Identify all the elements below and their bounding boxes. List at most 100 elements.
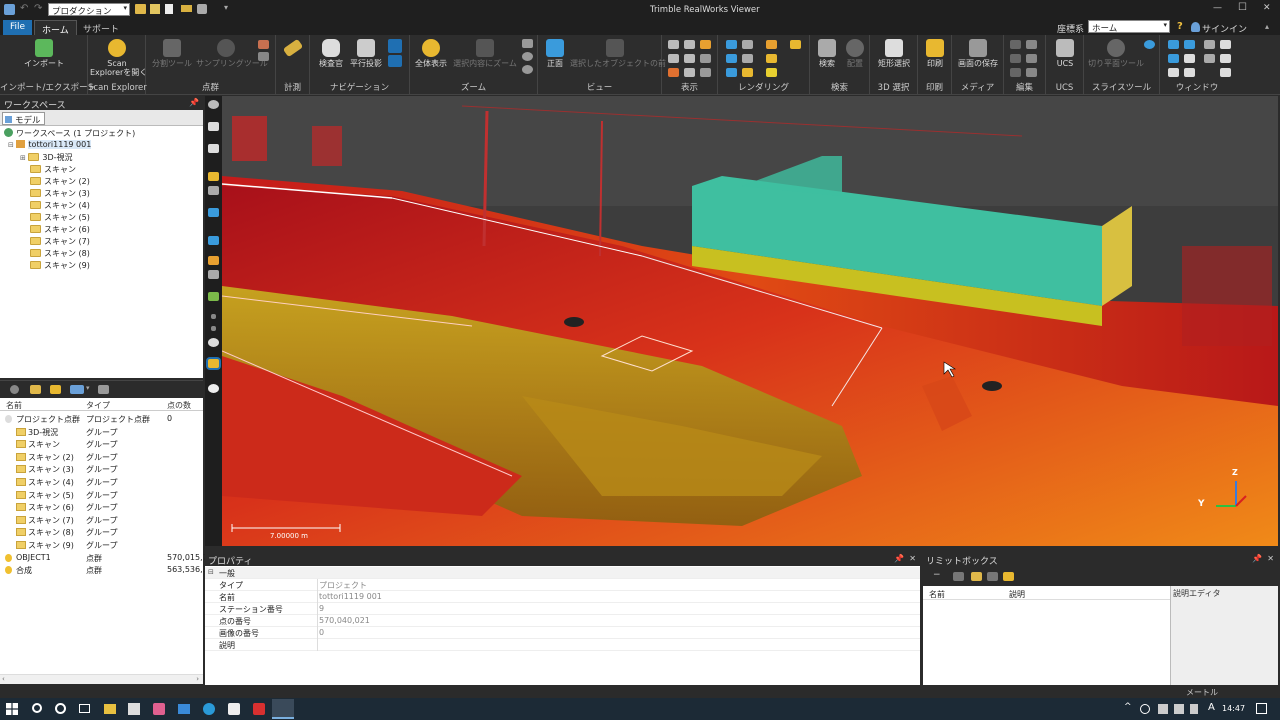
- pin-icon[interactable]: 📌: [1252, 554, 1262, 563]
- window-icon-1[interactable]: [1168, 40, 1179, 49]
- property-row[interactable]: ステーション番号 9: [205, 603, 920, 615]
- table-row[interactable]: スキャン (3) グループ: [0, 463, 203, 475]
- display-tray-icon[interactable]: [1174, 704, 1184, 714]
- window-icon-10[interactable]: [1184, 68, 1195, 77]
- table-row[interactable]: スキャン (6) グループ: [0, 501, 203, 513]
- save-screen-button[interactable]: 画面の保存: [955, 39, 1001, 68]
- table-row[interactable]: プロジェクト点群 プロジェクト点群 0: [0, 413, 203, 425]
- close-icon[interactable]: ✕: [1267, 554, 1274, 563]
- render-icon-3[interactable]: [766, 40, 777, 49]
- zoom-out-icon[interactable]: [522, 65, 533, 74]
- table-row[interactable]: 合成 点群 563,536,3: [0, 564, 208, 576]
- pin-icon[interactable]: 📌: [894, 554, 904, 563]
- front-view-button[interactable]: 正面: [540, 39, 570, 68]
- tree-item[interactable]: スキャン (9): [30, 260, 90, 272]
- expand-icon[interactable]: ⊞: [20, 154, 26, 162]
- window-icon-2[interactable]: [1184, 40, 1195, 49]
- signin-button[interactable]: サインイン: [1202, 22, 1247, 35]
- edit-icon-5[interactable]: [1010, 68, 1021, 77]
- render-icon-2[interactable]: [742, 40, 753, 49]
- tab-home[interactable]: ホーム: [34, 20, 77, 36]
- zoom-in-icon[interactable]: [522, 52, 533, 61]
- property-row[interactable]: 点の番号 570,040,021: [205, 615, 920, 627]
- tray-icon[interactable]: [1158, 704, 1168, 714]
- orbit-icon[interactable]: [388, 39, 402, 53]
- place-button[interactable]: 配置: [842, 39, 868, 68]
- edit-icon-4[interactable]: [1026, 54, 1037, 63]
- display-icon-6[interactable]: [700, 54, 711, 63]
- app-icon-red[interactable]: [253, 703, 265, 715]
- help-button[interactable]: ?: [1177, 21, 1183, 32]
- maximize-button[interactable]: ☐: [1238, 2, 1247, 13]
- close-button[interactable]: ✕: [1263, 3, 1271, 13]
- plane-icon[interactable]: [208, 236, 219, 245]
- 3d-viewport[interactable]: 7.00000 m Y Z: [222, 96, 1278, 546]
- folder-icon[interactable]: [971, 572, 982, 581]
- tool-icon-1[interactable]: [208, 100, 219, 109]
- window-icon-4[interactable]: [1220, 40, 1231, 49]
- box-icon[interactable]: [953, 572, 964, 581]
- network-icon[interactable]: [1140, 704, 1150, 714]
- render-icon-4[interactable]: [790, 40, 801, 49]
- clip-plane-button[interactable]: 切り平面ツール: [1086, 39, 1146, 68]
- move-icon[interactable]: [208, 172, 219, 181]
- window-icon-5[interactable]: [1168, 54, 1179, 63]
- minimize-button[interactable]: —: [1213, 3, 1222, 13]
- display-icon-4[interactable]: [668, 54, 679, 63]
- table-row[interactable]: 3D-視況 グループ: [0, 426, 203, 438]
- warning-icon[interactable]: [700, 40, 711, 49]
- property-row[interactable]: 画像の番号 0: [205, 627, 920, 639]
- render-icon-9[interactable]: [742, 68, 753, 77]
- display-icon-9[interactable]: [700, 68, 711, 77]
- ribbon-collapse-icon[interactable]: ▴: [1265, 22, 1269, 31]
- box-icon[interactable]: [208, 208, 219, 217]
- search-button[interactable]: 検索: [814, 39, 840, 68]
- tree-item[interactable]: スキャン (6): [30, 224, 90, 236]
- table-row[interactable]: スキャン (5) グループ: [0, 489, 203, 501]
- redo-icon[interactable]: ↷: [34, 3, 42, 14]
- zoom-selection-button[interactable]: 選択内容にズーム: [452, 39, 518, 68]
- front-of-selection-button[interactable]: 選択したオブジェクトの前: [570, 39, 666, 68]
- expand-icon[interactable]: ⊟: [8, 141, 14, 149]
- layers-icon[interactable]: [197, 4, 207, 14]
- view-list-icon[interactable]: [70, 385, 84, 394]
- zoom-extents-button[interactable]: 全体表示: [412, 39, 450, 68]
- notifications-icon[interactable]: [1256, 703, 1267, 714]
- property-row[interactable]: タイプ プロジェクト: [205, 579, 920, 591]
- tree-item[interactable]: スキャン (4): [30, 200, 90, 212]
- table-row[interactable]: スキャン (2) グループ: [0, 451, 203, 463]
- remove-icon[interactable]: −: [933, 570, 941, 580]
- edit-icon-2[interactable]: [1026, 40, 1037, 49]
- close-icon[interactable]: ✕: [909, 554, 916, 563]
- slice-icon[interactable]: [1144, 40, 1155, 49]
- dot-icon[interactable]: [211, 314, 216, 319]
- col-description[interactable]: 説明: [1009, 589, 1025, 600]
- table-row[interactable]: スキャン (9) グループ: [0, 539, 203, 551]
- chevron-down-icon[interactable]: ▾: [86, 384, 90, 392]
- render-icon-7[interactable]: [766, 54, 777, 63]
- tab-file[interactable]: File: [3, 20, 33, 35]
- tree-item[interactable]: スキャン (7): [30, 236, 90, 248]
- render-icon-6[interactable]: [742, 54, 753, 63]
- display-icon-8[interactable]: [684, 68, 695, 77]
- col-count[interactable]: 点の数: [167, 400, 191, 411]
- store-icon[interactable]: [128, 703, 140, 715]
- sphere-icon[interactable]: [208, 384, 219, 393]
- display-icon-7[interactable]: [668, 68, 679, 77]
- tree-root[interactable]: ワークスペース (1 プロジェクト): [4, 128, 135, 140]
- coord-system-select[interactable]: ホーム ▾: [1088, 20, 1170, 34]
- table-icon[interactable]: [98, 385, 109, 394]
- app-icon-pink[interactable]: [153, 703, 165, 715]
- walk-icon[interactable]: [388, 55, 402, 67]
- pin-icon[interactable]: 📌: [189, 98, 199, 107]
- render-icon-1[interactable]: [726, 40, 737, 49]
- save-icon[interactable]: [150, 4, 160, 14]
- display-icon-2[interactable]: [684, 40, 695, 49]
- window-icon-6[interactable]: [1184, 54, 1195, 63]
- dot-icon[interactable]: [211, 326, 216, 331]
- search-icon[interactable]: [32, 703, 42, 713]
- scroll-left-icon[interactable]: ‹: [2, 675, 5, 683]
- undo-icon[interactable]: ↶: [20, 3, 28, 14]
- col-name[interactable]: 名前: [6, 400, 22, 411]
- tree-item[interactable]: スキャン: [30, 164, 76, 176]
